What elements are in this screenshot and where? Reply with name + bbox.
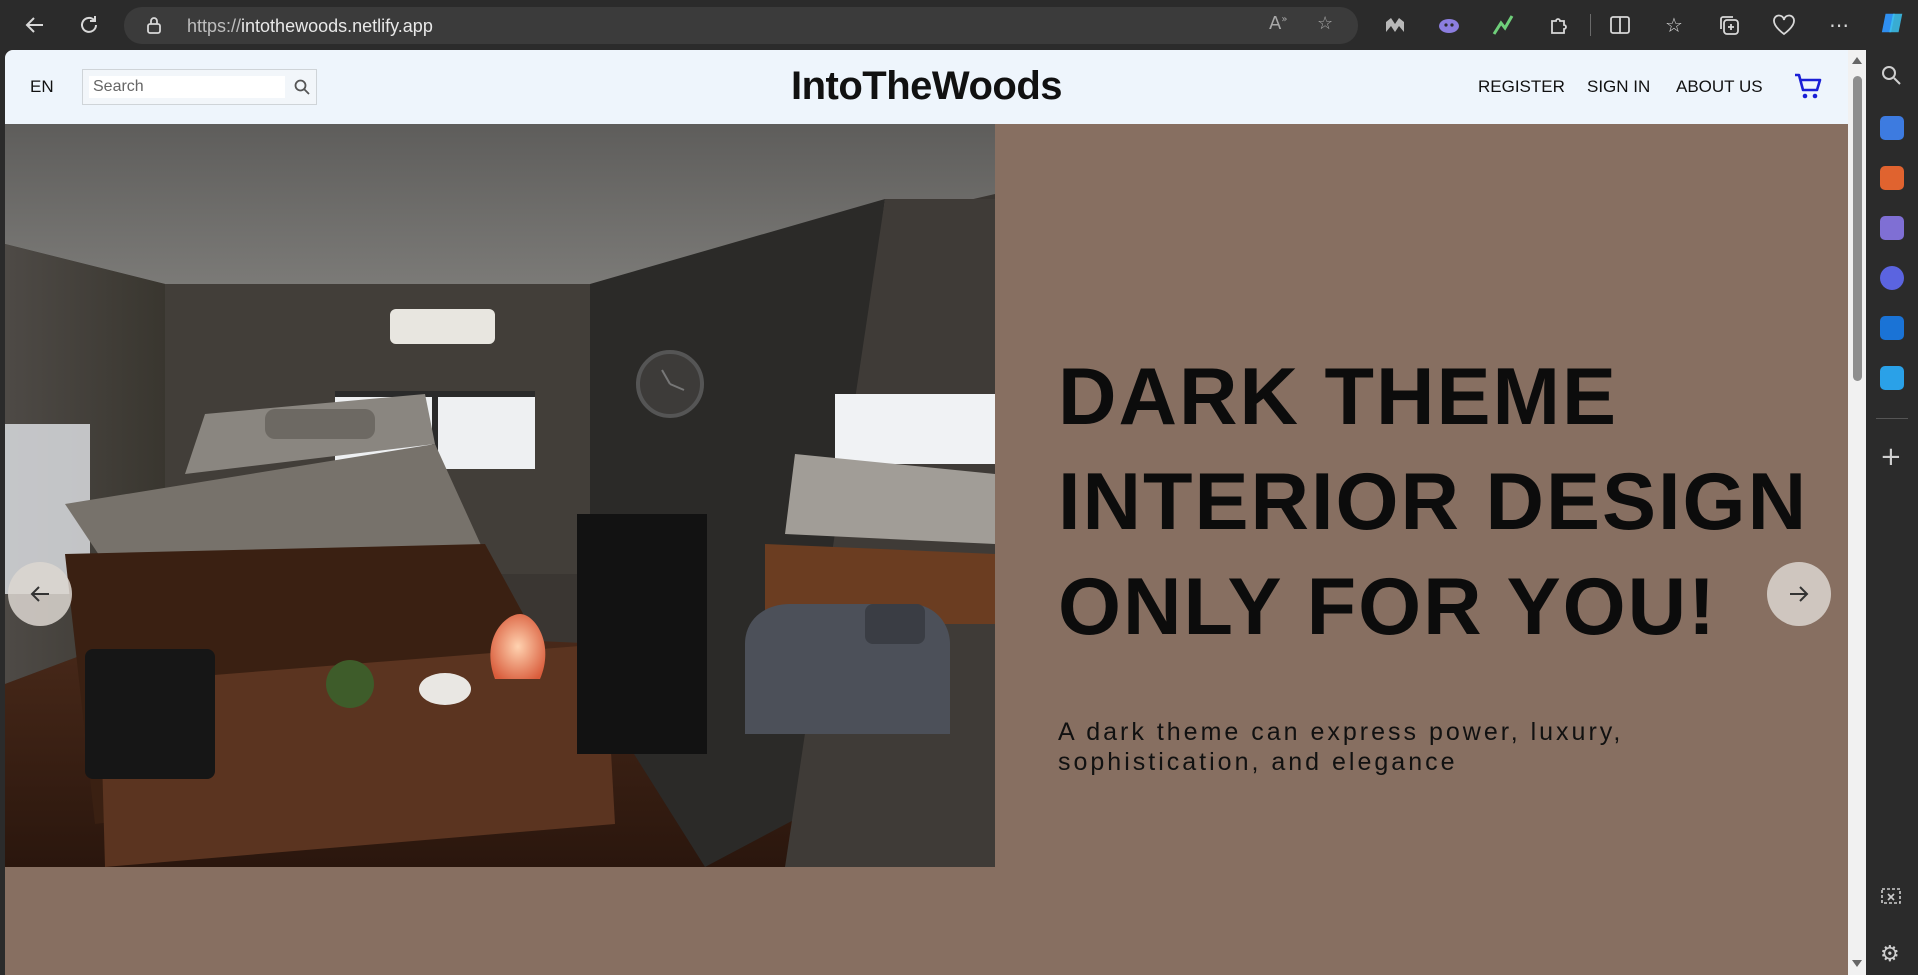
search-icon[interactable]: [1880, 64, 1902, 92]
nav-register[interactable]: REGISTER: [1478, 77, 1565, 97]
nav-sign-in[interactable]: SIGN IN: [1587, 77, 1650, 97]
hero-subtitle-line: sophistication, and elegance: [1058, 748, 1458, 776]
toolbar-divider: [1590, 14, 1591, 36]
lock-icon[interactable]: [146, 16, 162, 34]
url-scheme: https://: [187, 16, 242, 36]
games-icon[interactable]: [1880, 216, 1904, 240]
url-text[interactable]: https://intothewoods.netlify.app: [187, 16, 433, 37]
sidebar-divider: [1876, 418, 1908, 419]
malwarebytes-extension-icon[interactable]: [1382, 12, 1408, 38]
url-host: intothewoods.netlify.app: [241, 16, 433, 36]
hero-title: DARK THEME INTERIOR DESIGN ONLY FOR YOU!: [1058, 345, 1818, 660]
language-selector[interactable]: EN: [30, 77, 54, 97]
arrow-left-icon: [30, 586, 49, 602]
site-header: EN IntoTheWoods REGISTER SIGN IN ABOUT U…: [5, 50, 1848, 124]
page-scrollbar[interactable]: [1848, 50, 1866, 975]
extension-chart-icon[interactable]: [1490, 12, 1516, 38]
collections-icon[interactable]: [1716, 12, 1742, 38]
split-screen-icon[interactable]: [1607, 12, 1633, 38]
scroll-up-arrow[interactable]: [1852, 57, 1862, 64]
send-icon[interactable]: [1880, 366, 1904, 390]
hero-title-line: INTERIOR DESIGN: [1058, 457, 1809, 547]
scrollbar-thumb[interactable]: [1853, 76, 1862, 381]
hero-subtitle-line: A dark theme can express power, luxury,: [1058, 718, 1624, 746]
hero-title-line: DARK THEME: [1058, 352, 1618, 442]
address-bar[interactable]: https://intothewoods.netlify.app A» ☆: [124, 7, 1358, 44]
back-icon[interactable]: [22, 12, 48, 38]
favorites-icon[interactable]: ☆: [1661, 12, 1687, 38]
scroll-down-arrow[interactable]: [1852, 960, 1862, 967]
hero-subtitle: A dark theme can express power, luxury, …: [1058, 717, 1758, 777]
refresh-icon[interactable]: [76, 12, 102, 38]
hero-title-line: ONLY FOR YOU!: [1058, 562, 1718, 652]
microsoft-365-icon[interactable]: [1880, 266, 1904, 290]
add-icon[interactable]: +: [1880, 442, 1902, 472]
outlook-icon[interactable]: [1880, 316, 1904, 340]
previous-slide-button[interactable]: [8, 562, 72, 626]
search-box: [82, 69, 317, 105]
web-page: EN IntoTheWoods REGISTER SIGN IN ABOUT U…: [5, 50, 1848, 975]
settings-gear-icon[interactable]: ⚙: [1880, 942, 1900, 967]
search-icon[interactable]: [293, 78, 311, 96]
cart-icon[interactable]: [1793, 71, 1823, 101]
browser-toolbar: https://intothewoods.netlify.app A» ☆ ☆ …: [0, 0, 1918, 50]
browser-sidebar: + ⚙: [1866, 50, 1918, 975]
tools-briefcase-icon[interactable]: [1880, 166, 1904, 190]
shopping-tag-icon[interactable]: [1880, 116, 1904, 140]
nav-about-us[interactable]: ABOUT US: [1676, 77, 1763, 97]
extensions-puzzle-icon[interactable]: [1546, 12, 1572, 38]
browser-essentials-icon[interactable]: [1771, 12, 1797, 38]
favorite-star-icon[interactable]: ☆: [1317, 13, 1333, 34]
extension-blob-icon[interactable]: [1436, 12, 1462, 38]
screenshot-icon[interactable]: [1880, 886, 1902, 914]
search-input[interactable]: [89, 76, 285, 98]
read-aloud-icon[interactable]: A»: [1269, 13, 1287, 34]
hero-image: [5, 124, 995, 867]
more-menu-icon[interactable]: ⋯: [1826, 12, 1852, 38]
copilot-icon[interactable]: [1880, 10, 1906, 36]
